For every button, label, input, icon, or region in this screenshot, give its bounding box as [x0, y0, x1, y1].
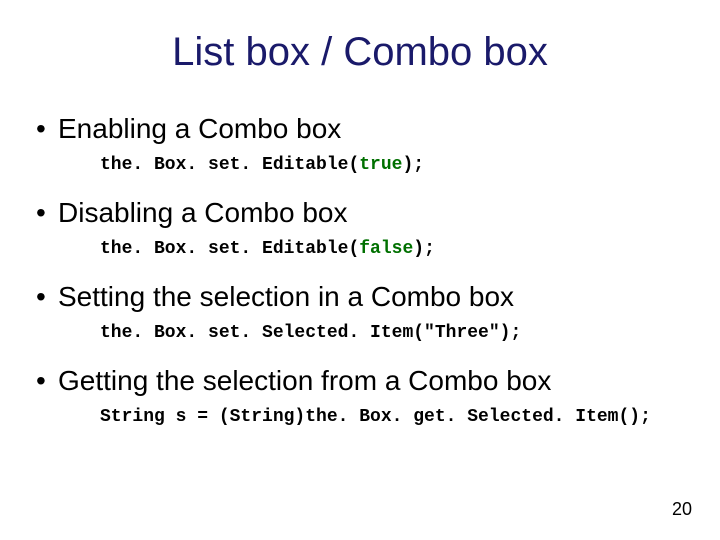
code-keyword: true — [359, 155, 402, 175]
list-item: • Disabling a Combo box the. Box. set. E… — [30, 197, 690, 259]
bullet-row: • Enabling a Combo box — [36, 113, 690, 145]
list-item: • Enabling a Combo box the. Box. set. Ed… — [30, 113, 690, 175]
slide-title: List box / Combo box — [30, 30, 690, 75]
bullet-icon: • — [36, 365, 58, 397]
code-post: ); — [402, 155, 424, 175]
code-pre: the. Box. set. Editable( — [100, 239, 359, 259]
bullet-icon: • — [36, 281, 58, 313]
bullet-heading: Getting the selection from a Combo box — [58, 365, 551, 397]
code-pre: the. Box. set. Editable( — [100, 155, 359, 175]
code-pre: String s = (String)the. Box. get. Select… — [100, 407, 651, 427]
code-keyword: false — [359, 239, 413, 259]
bullet-heading: Disabling a Combo box — [58, 197, 348, 229]
bullet-row: • Getting the selection from a Combo box — [36, 365, 690, 397]
list-item: • Setting the selection in a Combo box t… — [30, 281, 690, 343]
code-line: the. Box. set. Selected. Item("Three"); — [100, 323, 690, 343]
bullet-icon: • — [36, 113, 58, 145]
bullet-list: • Enabling a Combo box the. Box. set. Ed… — [30, 113, 690, 427]
slide: List box / Combo box • Enabling a Combo … — [0, 0, 720, 540]
bullet-row: • Disabling a Combo box — [36, 197, 690, 229]
bullet-icon: • — [36, 197, 58, 229]
bullet-heading: Setting the selection in a Combo box — [58, 281, 514, 313]
code-line: String s = (String)the. Box. get. Select… — [100, 407, 690, 427]
bullet-heading: Enabling a Combo box — [58, 113, 341, 145]
code-pre: the. Box. set. Selected. Item("Three"); — [100, 323, 521, 343]
page-number: 20 — [672, 499, 692, 520]
bullet-row: • Setting the selection in a Combo box — [36, 281, 690, 313]
code-post: ); — [413, 239, 435, 259]
list-item: • Getting the selection from a Combo box… — [30, 365, 690, 427]
code-line: the. Box. set. Editable(false); — [100, 239, 690, 259]
code-line: the. Box. set. Editable(true); — [100, 155, 690, 175]
